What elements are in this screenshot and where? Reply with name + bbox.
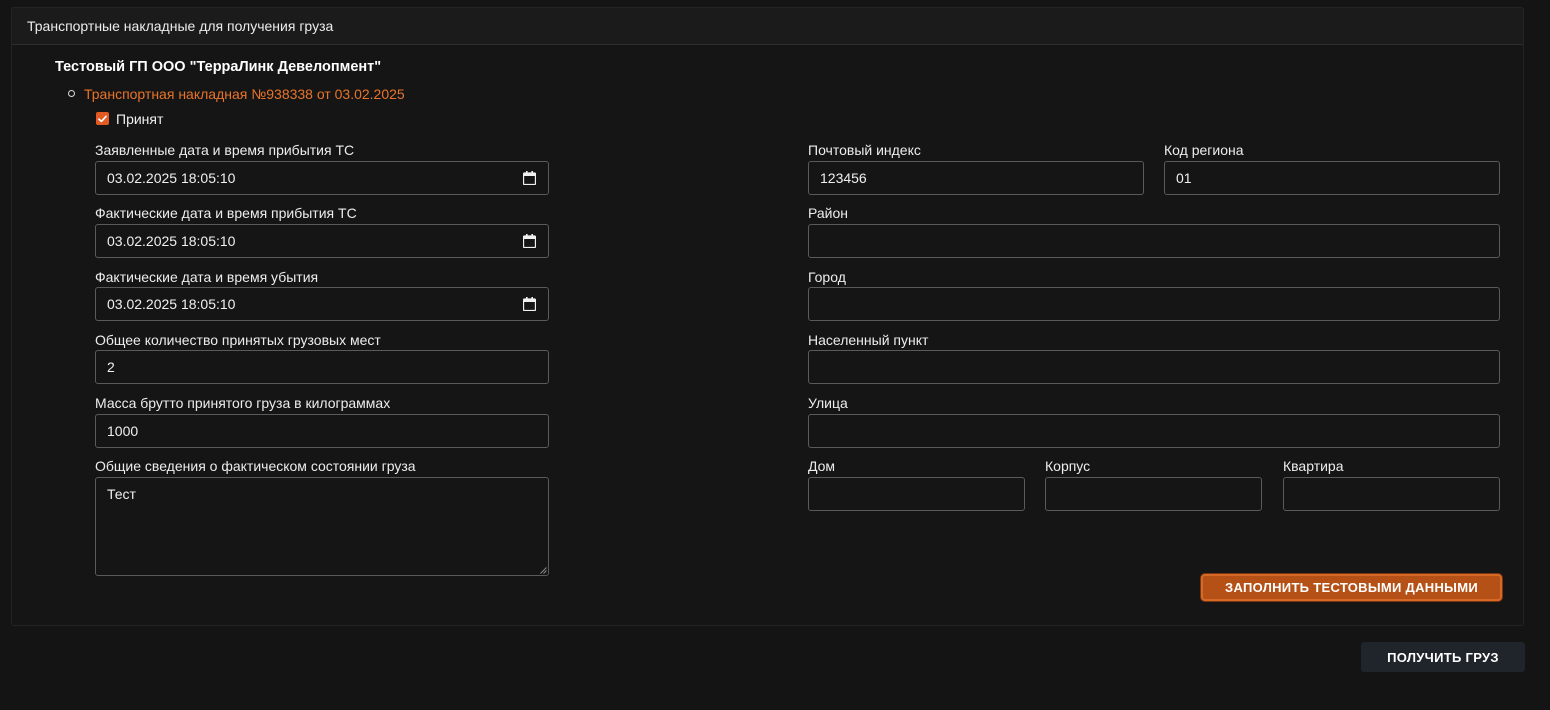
waybills-panel: Транспортные накладные для получения гру… bbox=[11, 7, 1524, 626]
resize-handle-icon[interactable] bbox=[539, 566, 547, 574]
city-input[interactable] bbox=[808, 287, 1500, 321]
calendar-icon[interactable] bbox=[523, 234, 536, 248]
calendar-icon[interactable] bbox=[523, 297, 536, 311]
places-count-label: Общее количество принятых грузовых мест bbox=[95, 332, 381, 348]
locality-label: Населенный пункт bbox=[808, 332, 929, 348]
declared-arrival-input[interactable]: 03.02.2025 18:05:10 bbox=[95, 161, 549, 195]
actual-arrival-value: 03.02.2025 18:05:10 bbox=[107, 233, 236, 249]
organization-name: Тестовый ГП ООО "ТерраЛинк Девелопмент" bbox=[55, 59, 382, 75]
declared-arrival-value: 03.02.2025 18:05:10 bbox=[107, 170, 236, 186]
region-code-input[interactable]: 01 bbox=[1164, 161, 1500, 195]
house-label: Дом bbox=[808, 458, 836, 474]
actual-departure-value: 03.02.2025 18:05:10 bbox=[107, 296, 236, 312]
list-bullet-icon bbox=[68, 90, 75, 97]
actual-arrival-input[interactable]: 03.02.2025 18:05:10 bbox=[95, 224, 549, 258]
postal-code-value: 123456 bbox=[820, 170, 867, 186]
gross-mass-input[interactable]: 1000 bbox=[95, 414, 549, 448]
panel-title: Транспортные накладные для получения гру… bbox=[27, 18, 334, 34]
locality-input[interactable] bbox=[808, 350, 1500, 384]
actual-departure-label: Фактические дата и время убытия bbox=[95, 269, 319, 285]
declared-arrival-label: Заявленные дата и время прибытия ТС bbox=[95, 142, 355, 158]
district-label: Район bbox=[808, 205, 848, 221]
street-input[interactable] bbox=[808, 414, 1500, 448]
gross-mass-value: 1000 bbox=[107, 423, 139, 439]
condition-label: Общие сведения о фактическом состоянии г… bbox=[95, 458, 416, 474]
region-code-value: 01 bbox=[1176, 170, 1192, 186]
actual-departure-input[interactable]: 03.02.2025 18:05:10 bbox=[95, 287, 549, 321]
fill-test-data-button[interactable]: ЗАПОЛНИТЬ ТЕСТОВЫМИ ДАННЫМИ bbox=[1201, 574, 1502, 601]
building-label: Корпус bbox=[1045, 458, 1091, 474]
city-label: Город bbox=[808, 269, 846, 285]
street-label: Улица bbox=[808, 395, 848, 411]
gross-mass-label: Масса брутто принятого груза в килограмм… bbox=[95, 395, 391, 411]
condition-value: Тест bbox=[107, 486, 136, 502]
accepted-checkbox[interactable] bbox=[96, 112, 109, 125]
building-input[interactable] bbox=[1045, 477, 1262, 511]
waybill-link[interactable]: Транспортная накладная №938338 от 03.02.… bbox=[84, 86, 405, 102]
apartment-input[interactable] bbox=[1283, 477, 1500, 511]
actual-arrival-label: Фактические дата и время прибытия ТС bbox=[95, 205, 357, 221]
panel-header: Транспортные накладные для получения гру… bbox=[12, 8, 1523, 45]
calendar-icon[interactable] bbox=[523, 171, 536, 185]
places-count-value: 2 bbox=[107, 359, 115, 375]
postal-code-input[interactable]: 123456 bbox=[808, 161, 1144, 195]
apartment-label: Квартира bbox=[1283, 458, 1344, 474]
get-cargo-button[interactable]: ПОЛУЧИТЬ ГРУЗ bbox=[1361, 642, 1525, 672]
condition-textarea[interactable]: Тест bbox=[95, 477, 549, 576]
district-input[interactable] bbox=[808, 224, 1500, 258]
house-input[interactable] bbox=[808, 477, 1025, 511]
checkmark-icon bbox=[98, 115, 107, 122]
places-count-input[interactable]: 2 bbox=[95, 350, 549, 384]
postal-code-label: Почтовый индекс bbox=[808, 142, 921, 158]
accepted-label: Принят bbox=[116, 111, 164, 127]
region-code-label: Код региона bbox=[1164, 142, 1244, 158]
